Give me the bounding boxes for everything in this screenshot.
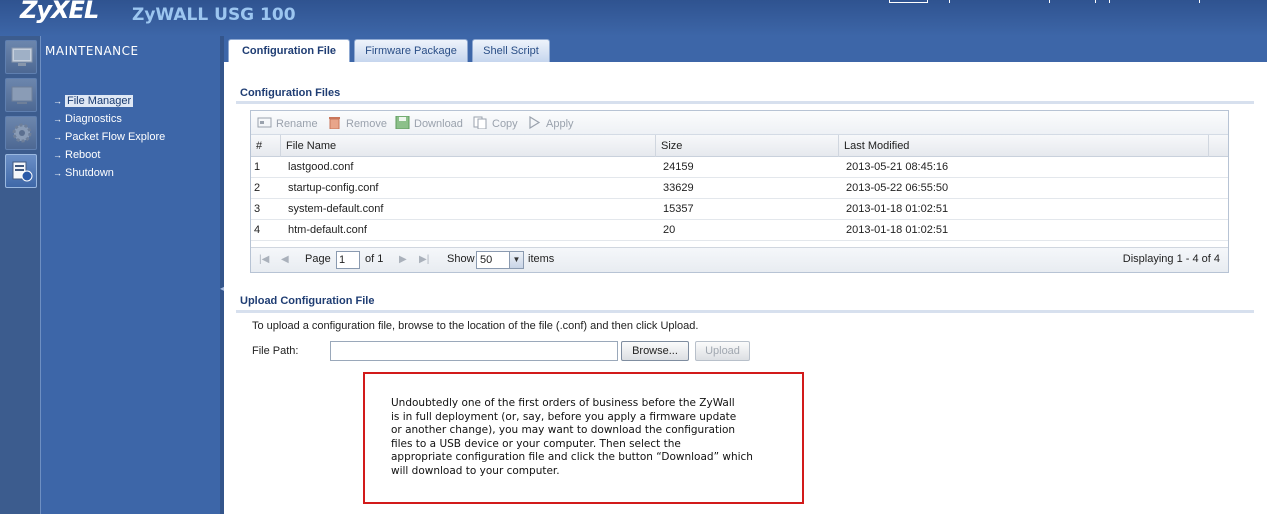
show-label: Show — [447, 253, 475, 265]
prev-page-icon[interactable]: ◀ — [281, 254, 289, 265]
tab-configuration-file[interactable]: Configuration File — [228, 39, 350, 63]
copy-icon — [473, 116, 487, 129]
app-header: ZyXEL ZyWALL USG 100 — [0, 0, 1267, 36]
maintenance-button[interactable] — [5, 154, 37, 188]
copy-button[interactable]: Copy — [473, 116, 518, 130]
table-toolbar: Rename Remove Download Copy Apply — [251, 111, 1228, 135]
table-header: # File Name Size Last Modified — [251, 135, 1228, 157]
monitor-icon — [11, 86, 33, 104]
apply-button[interactable]: Apply — [527, 116, 574, 130]
next-page-icon[interactable]: ▶ — [399, 254, 407, 265]
config-files-title: Configuration Files — [240, 87, 341, 99]
file-path-input[interactable] — [330, 341, 618, 361]
download-button[interactable]: Download — [395, 116, 463, 130]
save-icon — [395, 116, 410, 129]
table-row[interactable]: 3 system-default.conf 15357 2013-01-18 0… — [251, 199, 1228, 220]
last-modified: 2013-01-18 01:02:51 — [846, 224, 949, 236]
maintenance-icon — [12, 161, 33, 182]
file-name: lastgood.conf — [288, 161, 354, 173]
tab-shell-script[interactable]: Shell Script — [472, 39, 550, 62]
rename-icon — [257, 117, 272, 128]
table-row[interactable]: 2 startup-config.conf 33629 2013-05-22 0… — [251, 178, 1228, 199]
product-name: ZyWALL USG 100 — [132, 5, 296, 25]
rename-button[interactable]: Rename — [257, 116, 318, 130]
sidebar-item-file-manager[interactable]: → File Manager — [53, 92, 165, 110]
last-modified: 2013-05-21 08:45:16 — [846, 161, 949, 173]
monitor-icon — [11, 47, 33, 66]
row-number: 1 — [254, 161, 261, 173]
config-files-table: Rename Remove Download Copy Apply # File… — [250, 110, 1229, 273]
page-size-select[interactable]: 50 ▼ — [476, 251, 524, 269]
monitor-button[interactable] — [5, 78, 37, 112]
displaying-count: Displaying 1 - 4 of 4 — [1122, 253, 1220, 265]
first-page-icon[interactable]: |◀ — [259, 254, 269, 265]
zyxel-logo: ZyXEL — [20, 0, 99, 24]
dashboard-button[interactable] — [5, 40, 37, 74]
page-number-input[interactable]: 1 — [336, 251, 360, 269]
configuration-button[interactable] — [5, 116, 37, 150]
file-size: 24159 — [663, 161, 694, 173]
column-header-last-modified[interactable]: Last Modified — [839, 135, 1209, 157]
sidebar-item-diagnostics[interactable]: → Diagnostics — [53, 110, 165, 128]
remove-button[interactable]: Remove — [327, 116, 387, 130]
column-header-number[interactable]: # — [251, 135, 281, 157]
tab-firmware-package[interactable]: Firmware Package — [354, 39, 468, 62]
column-header-size[interactable]: Size — [656, 135, 839, 157]
play-icon — [529, 116, 541, 129]
page-count-label: of 1 — [365, 253, 384, 265]
top-links — [889, 0, 1207, 3]
annotation-callout: Undoubtedly one of the first orders of b… — [363, 372, 804, 504]
sidebar-item-packet-flow-explore[interactable]: → Packet Flow Explore — [53, 128, 165, 146]
file-size: 33629 — [663, 182, 694, 194]
sidebar-item-shutdown[interactable]: → Shutdown — [53, 164, 165, 182]
file-name: system-default.conf — [288, 203, 384, 215]
row-number: 2 — [254, 182, 261, 194]
browse-button[interactable]: Browse... — [621, 341, 689, 361]
page-label: Page — [305, 253, 331, 265]
gear-icon — [12, 123, 32, 143]
last-page-icon[interactable]: ▶| — [419, 254, 429, 265]
file-path-label: File Path: — [252, 345, 299, 357]
section-divider — [236, 101, 1254, 104]
main-content: Configuration Files Rename Remove Downlo… — [224, 62, 1267, 514]
icon-strip — [0, 36, 40, 514]
items-label: items — [528, 253, 555, 265]
file-size: 15357 — [663, 203, 694, 215]
section-divider — [236, 310, 1254, 313]
upload-instructions: To upload a configuration file, browse t… — [252, 320, 699, 332]
table-row[interactable]: 1 lastgood.conf 24159 2013-05-21 08:45:1… — [251, 157, 1228, 178]
last-modified: 2013-01-18 01:02:51 — [846, 203, 949, 215]
last-modified: 2013-05-22 06:55:50 — [846, 182, 949, 194]
annotation-text: Undoubtedly one of the first orders of b… — [391, 397, 753, 477]
column-header-file-name[interactable]: File Name — [281, 135, 656, 157]
trash-icon — [329, 117, 340, 129]
table-row[interactable]: 4 htm-default.conf 20 2013-01-18 01:02:5… — [251, 220, 1228, 241]
sidebar-menu: MAINTENANCE → File Manager → Diagnostics →… — [40, 36, 220, 514]
upload-title: Upload Configuration File — [240, 295, 375, 307]
file-name: startup-config.conf — [288, 182, 379, 194]
pagination-bar: |◀ ◀ Page 1 of 1 ▶ ▶| Show 50 ▼ items Dis… — [251, 247, 1228, 272]
row-number: 3 — [254, 203, 261, 215]
row-number: 4 — [254, 224, 261, 236]
upload-button[interactable]: Upload — [695, 341, 750, 361]
tab-bar: Configuration File Firmware Package Shel… — [224, 36, 1267, 63]
sidebar-item-reboot[interactable]: → Reboot — [53, 146, 165, 164]
file-size: 20 — [663, 224, 676, 236]
menu-title: MAINTENANCE — [45, 44, 139, 58]
chevron-down-icon: ▼ — [509, 252, 523, 268]
file-name: htm-default.conf — [288, 224, 367, 236]
